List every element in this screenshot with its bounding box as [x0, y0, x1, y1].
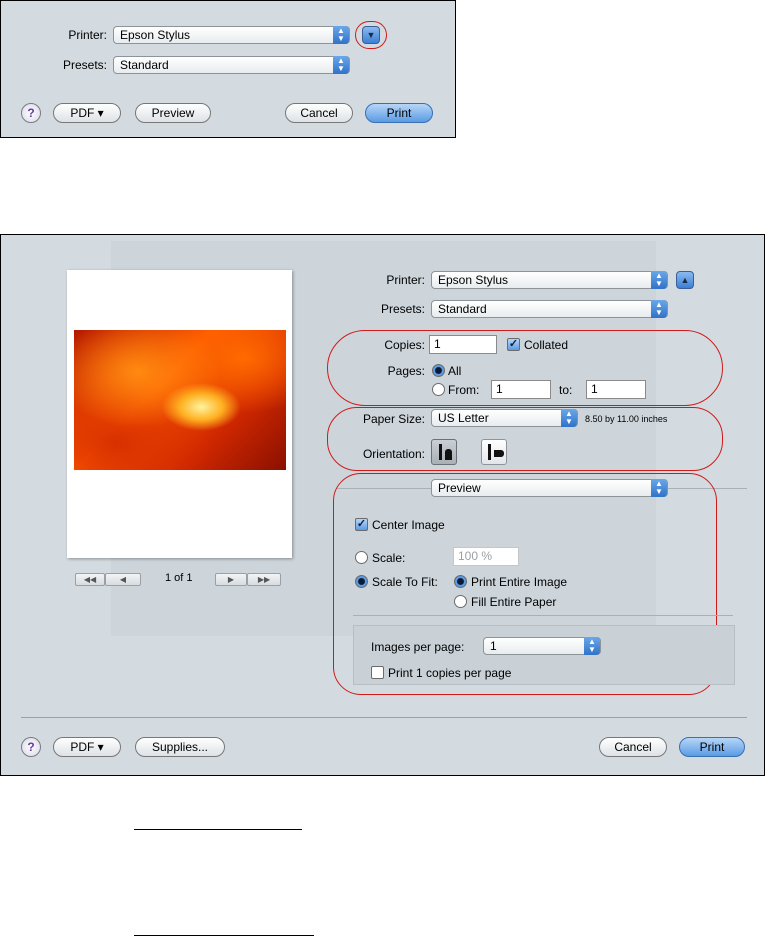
supplies-button[interactable]: Supplies...	[135, 737, 225, 757]
help-button[interactable]: ?	[21, 103, 41, 123]
scale-to-fit-label: Scale To Fit:	[372, 575, 438, 589]
presets-value: Standard	[120, 58, 169, 72]
pdf-button[interactable]: PDF ▾	[53, 103, 121, 123]
pages-from-field[interactable]: 1	[491, 380, 551, 399]
images-per-page-popup[interactable]: 1 ▲ ▼	[483, 637, 601, 655]
print-copies-checkbox[interactable]	[371, 666, 384, 679]
popup-arrows-icon: ▲ ▼	[651, 479, 667, 497]
presets-popup[interactable]: Standard ▲ ▼	[113, 56, 350, 74]
pages-from-label: From:	[448, 383, 480, 397]
blank-line	[134, 935, 314, 936]
page-preview	[67, 270, 292, 558]
popup-arrows-icon: ▲ ▼	[651, 300, 667, 318]
rose-image	[74, 330, 286, 470]
popup-arrows-icon: ▲ ▼	[333, 56, 349, 74]
pages-label: Pages:	[387, 364, 425, 378]
first-page-button[interactable]: ◀◀	[75, 573, 105, 586]
fill-entire-paper-radio[interactable]	[454, 595, 467, 608]
help-button[interactable]: ?	[21, 737, 41, 757]
prev-page-button[interactable]: ◀	[105, 573, 141, 586]
pages-all-label: All	[448, 364, 462, 378]
portrait-orientation-icon[interactable]	[431, 439, 457, 465]
last-page-button[interactable]: ▶▶	[247, 573, 281, 586]
paper-size-label: Paper Size:	[362, 412, 425, 426]
section-popup[interactable]: Preview ▲ ▼	[431, 479, 668, 497]
pages-to-field[interactable]: 1	[586, 380, 646, 399]
print-dialog-expanded: ◀◀ ◀ 1 of 1 ▶ ▶▶ Printer: Epson Stylus ▲…	[0, 234, 765, 776]
scale-label: Scale:	[372, 551, 406, 565]
pages-to-label: to:	[559, 383, 573, 397]
pages-from-radio[interactable]	[432, 383, 445, 396]
popup-arrows-icon: ▲ ▼	[561, 409, 577, 427]
print-copies-label: Print 1 copies per page	[388, 666, 512, 680]
popup-arrows-icon: ▲ ▼	[584, 637, 600, 655]
printer-value: Epson Stylus	[120, 28, 191, 42]
collated-label: Collated	[524, 338, 569, 352]
section-popup-value: Preview	[438, 481, 481, 495]
landscape-orientation-icon[interactable]	[481, 439, 507, 465]
presets-label: Presets:	[380, 302, 425, 316]
scale-field[interactable]: 100 %	[453, 547, 519, 566]
orientation-label: Orientation:	[362, 447, 425, 461]
print-entire-image-label: Print Entire Image	[471, 575, 568, 589]
popup-arrows-icon: ▲ ▼	[333, 26, 349, 44]
paper-size-description: 8.50 by 11.00 inches	[585, 414, 668, 424]
highlight-ring	[355, 21, 387, 49]
section-divider	[353, 615, 733, 616]
print-button[interactable]: Print	[365, 103, 433, 123]
printer-popup[interactable]: Epson Stylus ▲ ▼	[431, 271, 668, 289]
print-dialog-collapsed: Printer: Epson Stylus ▲ ▼ ▼ Presets: Stan…	[0, 0, 456, 138]
printer-popup[interactable]: Epson Stylus ▲ ▼	[113, 26, 350, 44]
next-page-button[interactable]: ▶	[215, 573, 247, 586]
paper-size-popup[interactable]: US Letter ▲ ▼	[431, 409, 578, 427]
collated-checkbox[interactable]: ✓	[507, 338, 520, 351]
preview-button[interactable]: Preview	[135, 103, 211, 123]
presets-popup[interactable]: Standard ▲ ▼	[431, 300, 668, 318]
footer-divider	[21, 717, 747, 718]
pdf-button[interactable]: PDF ▾	[53, 737, 121, 757]
pages-all-radio[interactable]	[432, 364, 445, 377]
print-entire-image-radio[interactable]	[454, 575, 467, 588]
copies-field[interactable]: 1	[429, 335, 497, 354]
popup-arrows-icon: ▲ ▼	[651, 271, 667, 289]
blank-line	[134, 829, 302, 830]
paper-size-value: US Letter	[438, 411, 489, 425]
center-image-checkbox[interactable]: ✓	[355, 518, 368, 531]
copies-label: Copies:	[384, 338, 425, 352]
fill-entire-paper-label: Fill Entire Paper	[471, 595, 557, 609]
center-image-label: Center Image	[372, 518, 445, 532]
page-indicator: 1 of 1	[165, 572, 193, 584]
scale-radio[interactable]	[355, 551, 368, 564]
cancel-button[interactable]: Cancel	[599, 737, 667, 757]
images-per-page-value: 1	[490, 639, 497, 653]
images-per-page-label: Images per page:	[371, 640, 465, 654]
printer-value: Epson Stylus	[438, 273, 509, 287]
cancel-button[interactable]: Cancel	[285, 103, 353, 123]
presets-value: Standard	[438, 302, 487, 316]
printer-label: Printer:	[68, 28, 107, 42]
scale-to-fit-radio[interactable]	[355, 575, 368, 588]
print-button[interactable]: Print	[679, 737, 745, 757]
presets-label: Presets:	[62, 58, 107, 72]
printer-label: Printer:	[386, 273, 425, 287]
triangle-up-icon[interactable]: ▲	[676, 271, 694, 289]
